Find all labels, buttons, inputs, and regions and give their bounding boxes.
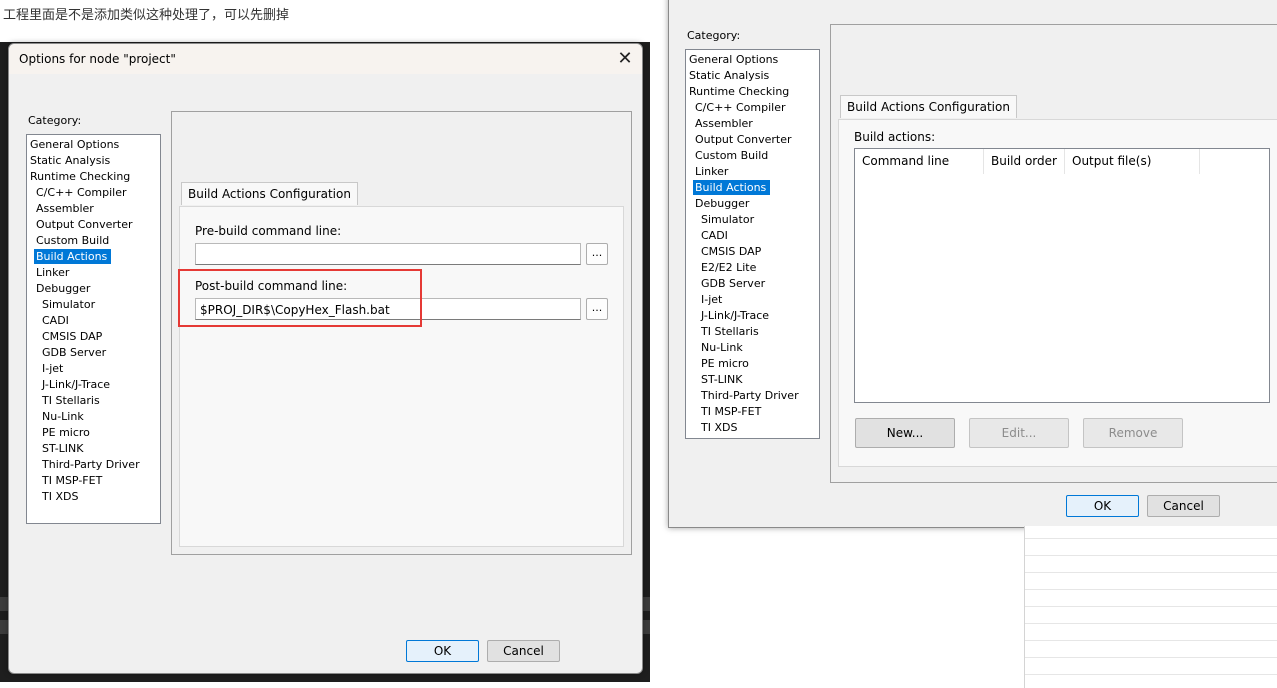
category-item-ti-msp-fet[interactable]: TI MSP-FET <box>40 473 106 488</box>
category-item-pe-micro[interactable]: PE micro <box>40 425 94 440</box>
options-panel: Build Actions Configuration Pre-build co… <box>171 111 632 555</box>
category-item-c-c-compiler[interactable]: C/C++ Compiler <box>34 185 131 200</box>
highlight-annotation-box <box>178 269 422 327</box>
category-item-third-party-driver[interactable]: Third-Party Driver <box>40 457 144 472</box>
category-item-static-analysis[interactable]: Static Analysis <box>28 153 114 168</box>
postbuild-browse-button[interactable]: ... <box>586 298 608 320</box>
category-label: Category: <box>687 29 741 42</box>
category-item-runtime-checking[interactable]: Runtime Checking <box>687 84 793 99</box>
dialog-titlebar: Options for node "project" ✕ <box>9 44 642 74</box>
tab-content: Pre-build command line: ... Post-build c… <box>179 206 624 547</box>
sheet-grid-line <box>1025 657 1277 658</box>
category-item-static-analysis[interactable]: Static Analysis <box>687 68 773 83</box>
sheet-grid-line <box>1025 572 1277 573</box>
category-item-general-options[interactable]: General Options <box>28 137 123 152</box>
sheet-grid-line <box>1025 606 1277 607</box>
sheet-grid-line <box>1025 538 1277 539</box>
category-item-assembler[interactable]: Assembler <box>34 201 98 216</box>
category-list[interactable]: General Options Static Analysis Runtime Ch… <box>26 134 161 524</box>
edit-button[interactable]: Edit... <box>969 418 1069 448</box>
page-caption: 工程里面是不是添加类似这种处理了，可以先删掉 <box>3 8 290 23</box>
category-item-output-converter[interactable]: Output Converter <box>693 132 796 147</box>
new-button[interactable]: New... <box>855 418 955 448</box>
tab-build-actions-configuration[interactable]: Build Actions Configuration <box>840 95 1017 118</box>
category-item-cadi[interactable]: CADI <box>699 228 732 243</box>
category-item-simulator[interactable]: Simulator <box>40 297 99 312</box>
sheet-grid-line <box>1025 589 1277 590</box>
tab-content: Build actions: Command line Build order … <box>838 119 1277 467</box>
category-item-build-actions[interactable]: Build Actions <box>34 249 112 264</box>
dialog-title: Options for node "project" <box>19 52 176 66</box>
build-actions-label: Build actions: <box>854 130 936 144</box>
category-label: Category: <box>28 114 82 127</box>
tab-build-actions-configuration[interactable]: Build Actions Configuration <box>181 182 358 205</box>
category-item-i-jet[interactable]: I-jet <box>40 361 67 376</box>
category-item-linker[interactable]: Linker <box>34 265 73 280</box>
category-item-assembler[interactable]: Assembler <box>693 116 757 131</box>
category-item-general-options[interactable]: General Options <box>687 52 782 67</box>
category-item-i-jet[interactable]: I-jet <box>699 292 726 307</box>
sheet-grid-line <box>1025 640 1277 641</box>
category-item-cmsis-dap[interactable]: CMSIS DAP <box>699 244 765 259</box>
category-item-e2-e2-lite[interactable]: E2/E2 Lite <box>699 260 760 275</box>
category-item-cadi[interactable]: CADI <box>40 313 73 328</box>
category-item-nu-link[interactable]: Nu-Link <box>699 340 747 355</box>
ok-button[interactable]: OK <box>406 640 479 662</box>
category-item-build-actions[interactable]: Build Actions <box>693 180 771 195</box>
category-item-debugger[interactable]: Debugger <box>693 196 753 211</box>
category-item-ti-msp-fet[interactable]: TI MSP-FET <box>699 404 765 419</box>
category-item-j-link-j-trace[interactable]: J-Link/J-Trace <box>40 377 114 392</box>
category-item-gdb-server[interactable]: GDB Server <box>699 276 769 291</box>
close-icon[interactable]: ✕ <box>613 48 637 70</box>
category-item-output-converter[interactable]: Output Converter <box>34 217 137 232</box>
category-item-custom-build[interactable]: Custom Build <box>34 233 113 248</box>
prebuild-browse-button[interactable]: ... <box>586 243 608 265</box>
category-item-debugger[interactable]: Debugger <box>34 281 94 296</box>
category-item-j-link-j-trace[interactable]: J-Link/J-Trace <box>699 308 773 323</box>
options-panel: Build Actions Configuration Build action… <box>830 24 1277 483</box>
prebuild-command-input[interactable] <box>195 243 581 265</box>
cancel-button[interactable]: Cancel <box>1147 495 1220 517</box>
category-item-st-link[interactable]: ST-LINK <box>699 372 746 387</box>
category-item-ti-xds[interactable]: TI XDS <box>699 420 741 435</box>
sheet-grid-line <box>1025 555 1277 556</box>
spreadsheet-background <box>1024 526 1277 688</box>
category-item-nu-link[interactable]: Nu-Link <box>40 409 88 424</box>
options-dialog-left: Options for node "project" ✕ Category: G… <box>8 43 643 674</box>
options-dialog-right: Category: General Options Static Analysis… <box>668 0 1277 528</box>
category-item-third-party-driver[interactable]: Third-Party Driver <box>699 388 803 403</box>
category-item-ti-stellaris[interactable]: TI Stellaris <box>699 324 763 339</box>
category-item-ti-xds[interactable]: TI XDS <box>40 489 82 504</box>
column-header-command-line[interactable]: Command line <box>855 149 984 174</box>
category-item-gdb-server[interactable]: GDB Server <box>40 345 110 360</box>
category-item-c-c-compiler[interactable]: C/C++ Compiler <box>693 100 790 115</box>
cancel-button[interactable]: Cancel <box>487 640 560 662</box>
category-item-linker[interactable]: Linker <box>693 164 732 179</box>
category-item-ti-stellaris[interactable]: TI Stellaris <box>40 393 104 408</box>
category-list[interactable]: General Options Static Analysis Runtime Ch… <box>685 49 820 439</box>
sheet-grid-line <box>1025 674 1277 675</box>
column-header-build-order[interactable]: Build order <box>984 149 1065 174</box>
sheet-grid-line <box>1025 623 1277 624</box>
column-header-output-files[interactable]: Output file(s) <box>1065 149 1200 174</box>
prebuild-label: Pre-build command line: <box>195 224 342 238</box>
category-item-cmsis-dap[interactable]: CMSIS DAP <box>40 329 106 344</box>
build-actions-list[interactable]: Command line Build order Output file(s) <box>854 148 1270 403</box>
category-item-pe-micro[interactable]: PE micro <box>699 356 753 371</box>
category-item-simulator[interactable]: Simulator <box>699 212 758 227</box>
category-item-runtime-checking[interactable]: Runtime Checking <box>28 169 134 184</box>
category-item-st-link[interactable]: ST-LINK <box>40 441 87 456</box>
remove-button[interactable]: Remove <box>1083 418 1183 448</box>
category-item-custom-build[interactable]: Custom Build <box>693 148 772 163</box>
ok-button[interactable]: OK <box>1066 495 1139 517</box>
